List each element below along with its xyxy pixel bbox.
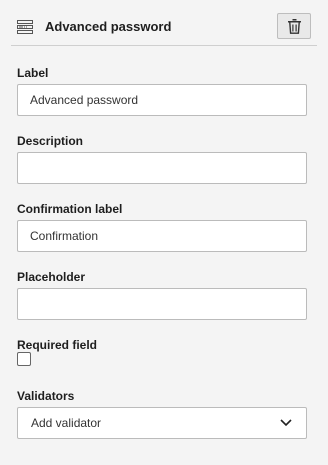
placeholder-field-label: Placeholder (17, 270, 86, 284)
placeholder-input[interactable] (17, 288, 307, 320)
required-field-label: Required field (17, 338, 98, 352)
description-field-label: Description (17, 134, 84, 148)
confirmation-label-input-value: Confirmation (30, 229, 99, 243)
element-settings-panel: Advanced password Label Advanced passwor… (0, 0, 328, 465)
validators-select[interactable]: Add validator (17, 407, 307, 439)
trash-icon (288, 19, 301, 34)
confirmation-label-field-label: Confirmation label (17, 202, 123, 216)
description-input[interactable] (17, 152, 307, 184)
chevron-down-icon (280, 419, 292, 427)
validators-label: Validators (17, 389, 75, 403)
form-element-icon (17, 20, 33, 34)
label-input-value: Advanced password (30, 93, 139, 107)
element-title: Advanced password (45, 19, 172, 34)
label-input[interactable]: Advanced password (17, 84, 307, 116)
label-field-label: Label (17, 66, 49, 80)
validators-select-value: Add validator (31, 416, 102, 430)
delete-element-button[interactable] (277, 13, 311, 39)
confirmation-label-input[interactable]: Confirmation (17, 220, 307, 252)
panel-header: Advanced password (11, 8, 317, 46)
required-field-checkbox[interactable] (17, 352, 31, 366)
